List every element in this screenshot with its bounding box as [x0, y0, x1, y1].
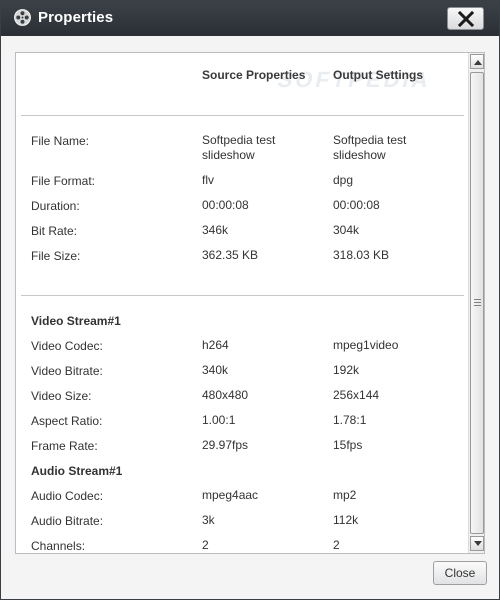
grip-line	[474, 305, 481, 306]
bit-rate-output: 304k	[333, 223, 360, 237]
audio-bitrate-source: 3k	[202, 513, 215, 527]
audio-codec-source: mpeg4aac	[202, 488, 259, 502]
audio-bitrate-label: Audio Bitrate:	[31, 514, 104, 528]
audio-stream-heading: Audio Stream#1	[31, 464, 123, 478]
channels-output: 2	[333, 538, 340, 552]
grip-line	[474, 299, 481, 300]
channels-label: Channels:	[31, 539, 86, 553]
file-size-output: 318.03 KB	[333, 248, 390, 262]
channels-source: 2	[202, 538, 209, 552]
video-codec-label: Video Codec:	[31, 339, 103, 353]
scroll-down-button[interactable]	[470, 536, 484, 551]
bit-rate-source: 346k	[202, 223, 229, 237]
video-bitrate-output: 192k	[333, 363, 360, 377]
scroll-up-button[interactable]	[470, 54, 484, 69]
close-button[interactable]: Close	[433, 561, 487, 585]
file-format-label: File Format:	[31, 174, 96, 188]
video-bitrate-source: 340k	[202, 363, 229, 377]
duration-source: 00:00:08	[202, 198, 249, 212]
audio-codec-output: mp2	[333, 488, 357, 502]
video-codec-output: mpeg1video	[333, 338, 399, 352]
video-size-label: Video Size:	[31, 389, 92, 403]
file-format-output: dpg	[333, 173, 354, 187]
audio-bitrate-output: 112k	[333, 513, 359, 527]
frame-rate-label: Frame Rate:	[31, 439, 98, 453]
file-size-source: 362.35 KB	[202, 248, 259, 262]
file-name-output: Softpedia test slideshow	[333, 133, 407, 162]
properties-content: SOFTPEDIA Source Properties Output Setti…	[16, 53, 468, 553]
scroll-thumb[interactable]	[470, 72, 484, 534]
video-stream-heading: Video Stream#1	[31, 314, 121, 328]
bit-rate-label: Bit Rate:	[31, 224, 78, 238]
file-format-source: flv	[202, 173, 214, 187]
title-bar: Properties	[1, 1, 499, 36]
properties-panel: SOFTPEDIA Source Properties Output Setti…	[15, 52, 485, 554]
aspect-ratio-output: 1.78:1	[333, 413, 367, 427]
file-size-label: File Size:	[31, 249, 81, 263]
vertical-scrollbar[interactable]	[468, 53, 484, 553]
file-name-label: File Name:	[31, 134, 90, 148]
divider	[21, 115, 464, 116]
duration-output: 00:00:08	[333, 198, 380, 212]
chevron-down-icon	[474, 541, 482, 546]
duration-label: Duration:	[31, 199, 80, 213]
close-icon	[458, 11, 474, 27]
frame-rate-source: 29.97fps	[202, 438, 249, 452]
properties-window: Properties SOFTPEDIA Source Properties O…	[0, 0, 500, 600]
output-settings-header: Output Settings	[333, 68, 423, 82]
film-reel-icon	[14, 9, 31, 26]
frame-rate-output: 15fps	[333, 438, 363, 452]
grip-line	[474, 302, 481, 303]
video-codec-source: h264	[202, 338, 229, 352]
video-size-source: 480x480	[202, 388, 249, 402]
aspect-ratio-label: Aspect Ratio:	[31, 414, 103, 428]
file-name-source: Softpedia test slideshow	[202, 133, 276, 162]
video-size-output: 256x144	[333, 388, 380, 402]
divider	[21, 295, 464, 296]
window-title: Properties	[38, 9, 114, 26]
source-properties-header: Source Properties	[202, 68, 306, 82]
audio-codec-label: Audio Codec:	[31, 489, 104, 503]
window-close-button[interactable]	[447, 7, 484, 30]
video-bitrate-label: Video Bitrate:	[31, 364, 103, 378]
aspect-ratio-source: 1.00:1	[202, 413, 236, 427]
chevron-up-icon	[474, 60, 482, 65]
